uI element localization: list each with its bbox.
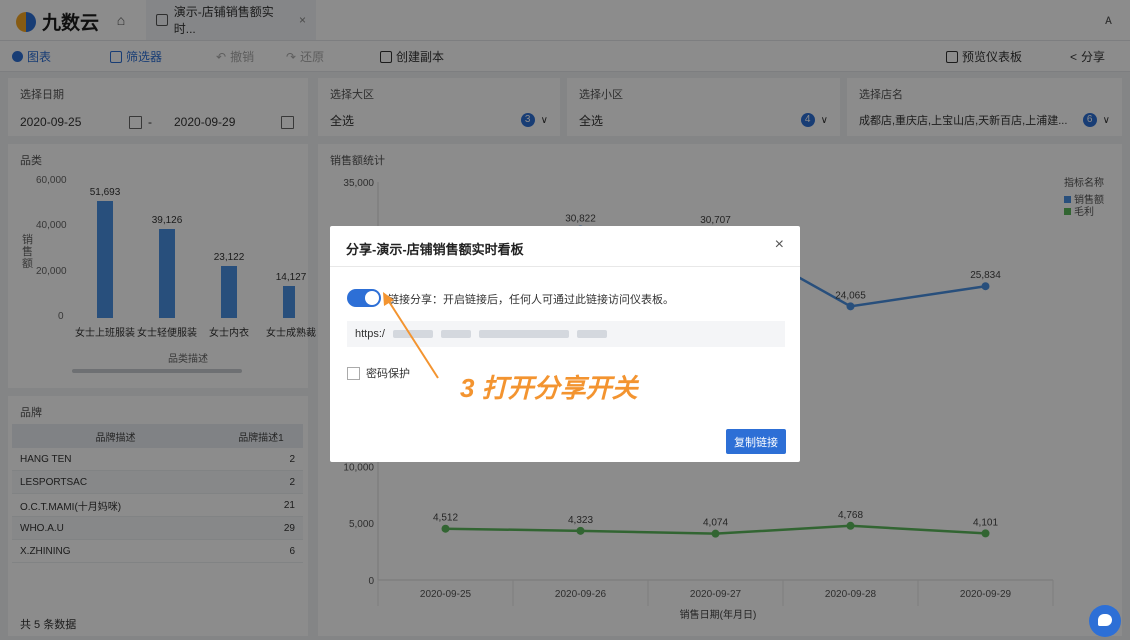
help-chat-button[interactable] (1089, 605, 1121, 637)
annotation-text: 3 打开分享开关 (460, 373, 638, 403)
annotation-arrow (383, 292, 439, 379)
